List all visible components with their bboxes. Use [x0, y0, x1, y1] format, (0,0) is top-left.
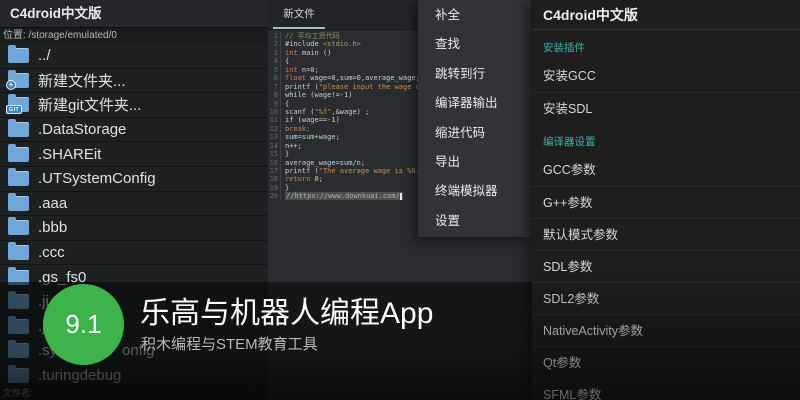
line-number: 12: [268, 124, 281, 134]
folder-icon: [8, 119, 29, 138]
menu-item[interactable]: 跳转到行: [418, 60, 531, 89]
file-row[interactable]: ../: [0, 44, 268, 69]
promo-subtitle: 积木编程与STEM教育工具: [141, 336, 318, 353]
line-number: 3: [268, 48, 281, 58]
settings-item[interactable]: 安装SDL: [532, 92, 800, 124]
text-cursor: [399, 192, 402, 201]
file-row[interactable]: .bbb: [0, 216, 268, 241]
menu-item[interactable]: 编译器输出: [418, 89, 531, 118]
settings-item[interactable]: NativeActivity参数: [532, 314, 800, 346]
file-name: 新建git文件夹...: [38, 97, 142, 115]
promo-overlay: 9.1 乐高与机器人编程App 积木编程与STEM教育工具: [0, 282, 532, 400]
new-folder-icon: +: [6, 69, 29, 90]
file-row[interactable]: + 新建文件夹...: [0, 69, 268, 94]
path-label: 位置: /storage/emulated/0: [0, 28, 268, 44]
settings-item[interactable]: SDL2参数: [532, 282, 800, 314]
folder-icon: [8, 192, 29, 211]
line-number: 9: [268, 99, 281, 108]
line-number: 5: [268, 65, 281, 75]
file-name: .UTSystemConfig: [38, 170, 156, 188]
line-number: 4: [268, 57, 281, 66]
line-number: 6: [268, 74, 281, 83]
settings-panel: C4droid中文版 安装插件安装GCC 安装SDL 编译器设置 GCC参数 G++参数…: [532, 0, 800, 400]
line-number: 13: [268, 133, 281, 142]
file-name: 新建文件夹...: [38, 72, 126, 90]
settings-item[interactable]: G++参数: [532, 186, 800, 218]
editor-dropdown-menu: 补全 查找 跳转到行 编译器输出 缩进代码 导出 终端模拟器 设置: [418, 0, 531, 237]
line-number: 8: [268, 91, 281, 100]
folder-icon: [8, 168, 29, 187]
menu-item[interactable]: 导出: [418, 148, 531, 177]
rating-value: 9.1: [65, 309, 102, 339]
menu-item[interactable]: 终端模拟器: [418, 177, 531, 206]
file-row[interactable]: GIT 新建git文件夹...: [0, 93, 268, 118]
file-row[interactable]: .UTSystemConfig: [0, 167, 268, 192]
file-name: .SHAREit: [38, 145, 102, 163]
folder-icon: [8, 217, 29, 236]
file-row[interactable]: .DataStorage: [0, 118, 268, 143]
file-row[interactable]: .aaa: [0, 192, 268, 217]
file-name: .aaa: [38, 194, 68, 212]
line-number: 11: [268, 116, 281, 125]
settings-item[interactable]: GCC参数: [532, 154, 800, 186]
rating-badge: 9.1: [43, 284, 124, 365]
folder-icon: [8, 45, 29, 64]
settings-item[interactable]: SFML参数: [532, 378, 800, 400]
tab-new-file[interactable]: 新文件: [273, 0, 325, 29]
file-name: .DataStorage: [38, 121, 127, 139]
line-number: 15: [268, 150, 281, 159]
file-name: .bbb: [38, 219, 68, 237]
settings-list: 安装插件安装GCC 安装SDL 编译器设置 GCC参数 G++参数 默认模式参数 SDL参数…: [532, 30, 800, 400]
folder-icon: [8, 242, 29, 261]
file-row[interactable]: .ccc: [0, 241, 268, 266]
settings-item[interactable]: Qt参数: [532, 346, 800, 378]
app-title: C4droid中文版: [0, 0, 268, 28]
line-number: 18: [268, 175, 281, 184]
menu-item[interactable]: 查找: [418, 30, 531, 59]
file-name: .ccc: [38, 244, 65, 262]
line-number: 10: [268, 107, 281, 117]
settings-item[interactable]: SDL参数: [532, 250, 800, 282]
line-number: 7: [268, 82, 281, 92]
git-folder-icon: GIT: [6, 94, 29, 115]
screen: C4droid中文版 位置: /storage/emulated/0 ../ + 新…: [0, 0, 800, 400]
settings-item[interactable]: 安装GCC: [532, 60, 800, 92]
settings-section-header: 编译器设置: [543, 136, 596, 148]
file-name: ../: [38, 47, 51, 65]
line-number: 16: [268, 158, 281, 167]
promo-title: 乐高与机器人编程App: [140, 297, 434, 330]
menu-item[interactable]: 设置: [418, 207, 531, 236]
settings-item[interactable]: 默认模式参数: [532, 218, 800, 250]
line-number: 2: [268, 40, 281, 49]
settings-panel-title: C4droid中文版: [532, 0, 800, 30]
line-number: 19: [268, 183, 281, 193]
folder-icon: [8, 143, 29, 162]
line-number: 1: [268, 32, 281, 41]
file-row[interactable]: .SHAREit: [0, 142, 268, 167]
tab-label: 新文件: [283, 8, 315, 20]
menu-item[interactable]: 缩进代码: [418, 119, 531, 148]
line-number: 14: [268, 141, 281, 151]
menu-item[interactable]: 补全: [418, 1, 531, 30]
line-number: 17: [268, 167, 281, 176]
settings-section-header: 安装插件: [543, 42, 585, 54]
line-number: 20: [268, 192, 281, 201]
